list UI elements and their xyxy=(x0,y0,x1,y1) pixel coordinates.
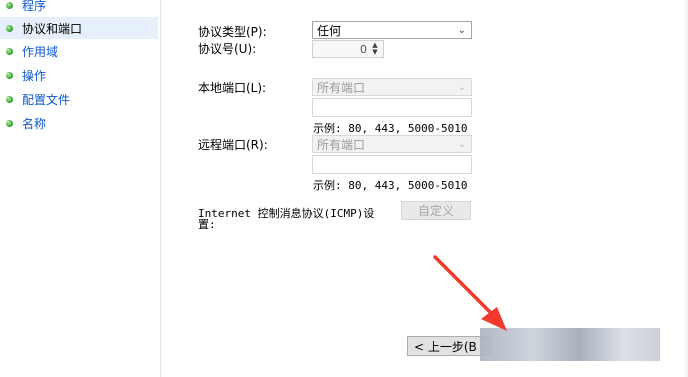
local-port-input[interactable] xyxy=(312,98,472,117)
sidebar-item-program[interactable]: 程序 xyxy=(0,0,158,16)
sidebar-item-scope[interactable]: 作用域 xyxy=(0,40,158,62)
annotation-arrow-icon xyxy=(433,255,507,331)
status-bullet-icon xyxy=(6,119,13,127)
sidebar-divider xyxy=(160,0,161,377)
status-bullet-icon xyxy=(6,24,13,32)
protocol-type-label: 协议类型(P): xyxy=(198,25,267,39)
chevron-down-icon: ⌄ xyxy=(457,25,466,36)
remote-port-input[interactable] xyxy=(312,155,472,174)
local-port-value: 所有端口 xyxy=(317,80,366,95)
sidebar-item-action[interactable]: 操作 xyxy=(0,64,158,86)
remote-port-select[interactable]: 所有端口 ⌄ xyxy=(312,135,472,153)
sidebar-item-label: 操作 xyxy=(22,68,47,83)
sidebar-item-label: 协议和端口 xyxy=(22,21,83,36)
protocol-type-select[interactable]: 任何 ⌄ xyxy=(312,21,472,39)
status-bullet-icon xyxy=(6,71,13,79)
chevron-down-icon: ⌄ xyxy=(457,82,466,93)
chevron-down-icon: ⌄ xyxy=(457,139,466,150)
local-port-select[interactable]: 所有端口 ⌄ xyxy=(312,78,472,96)
sidebar-item-label: 作用域 xyxy=(22,44,59,59)
icmp-settings-label-cont: 置: xyxy=(198,218,216,231)
sidebar-item-name[interactable]: 名称 xyxy=(0,112,158,134)
sidebar-item-profile[interactable]: 配置文件 xyxy=(0,88,158,110)
sidebar-nav: 程序 协议和端口 作用域 操作 配置文件 名称 xyxy=(0,0,160,377)
remote-port-label: 远程端口(R): xyxy=(198,138,268,152)
local-port-label: 本地端口(L): xyxy=(198,81,267,95)
protocol-number-label: 协议号(U): xyxy=(198,42,257,56)
sidebar-item-label: 配置文件 xyxy=(22,92,71,107)
local-port-example: 示例: 80, 443, 5000-5010 xyxy=(313,122,468,135)
remote-port-value: 所有端口 xyxy=(317,137,366,152)
status-bullet-icon xyxy=(6,47,13,55)
status-bullet-icon xyxy=(6,1,13,9)
spin-arrows-icon[interactable]: ▲ ▼ xyxy=(369,42,381,56)
sidebar-item-label: 程序 xyxy=(22,0,47,13)
protocol-type-value: 任何 xyxy=(317,23,342,38)
protocol-number-stepper[interactable]: 0 ▲ ▼ xyxy=(312,40,384,58)
sidebar-item-protocols-ports[interactable]: 协议和端口 xyxy=(0,17,158,39)
customize-button[interactable]: 自定义 xyxy=(401,201,471,220)
icmp-settings-label: Internet 控制消息协议(ICMP)设 xyxy=(198,207,375,220)
protocol-number-value: 0 xyxy=(360,43,367,56)
sidebar-item-label: 名称 xyxy=(22,116,47,131)
status-bullet-icon xyxy=(6,95,13,103)
remote-port-example: 示例: 80, 443, 5000-5010 xyxy=(313,179,468,192)
